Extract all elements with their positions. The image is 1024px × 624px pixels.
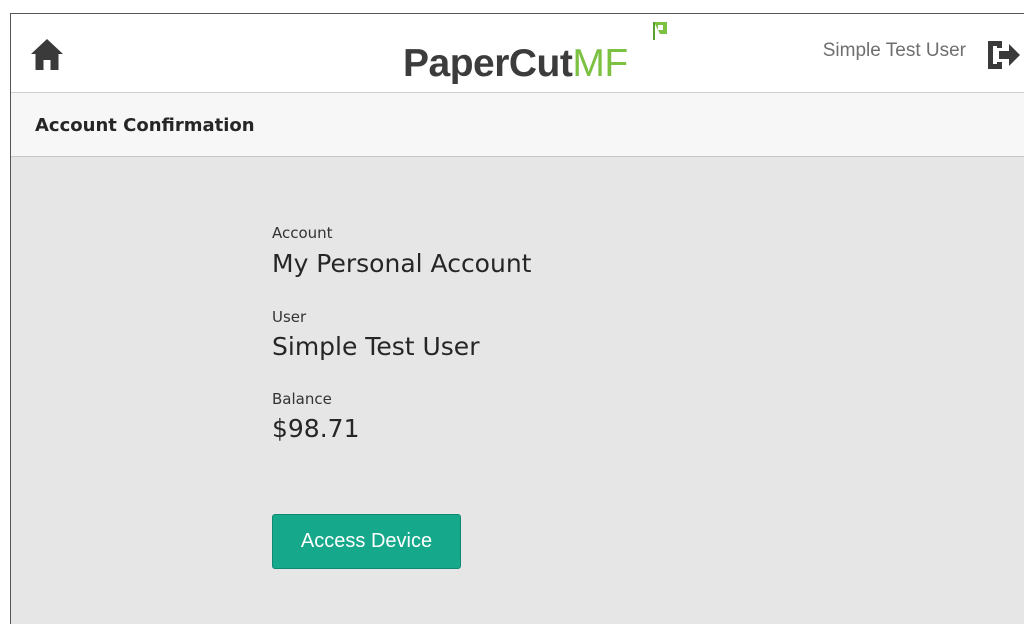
papercut-logo: PaperCutMF: [403, 40, 628, 88]
page-header: Account Confirmation: [11, 93, 1024, 157]
app-frame: PaperCutMF Simple Test User Account Conf…: [10, 13, 1024, 624]
access-device-button[interactable]: Access Device: [272, 514, 461, 569]
logout-button[interactable]: [985, 38, 1023, 72]
account-value: My Personal Account: [272, 249, 532, 278]
logo-suffix-text: MF: [572, 42, 628, 85]
top-bar: PaperCutMF Simple Test User: [11, 14, 1024, 93]
page-title: Account Confirmation: [35, 115, 255, 136]
home-icon: [31, 39, 63, 70]
balance-label: Balance: [272, 390, 332, 408]
user-value: Simple Test User: [272, 332, 480, 361]
home-button[interactable]: [27, 36, 67, 76]
balance-value: $98.71: [272, 414, 360, 443]
user-label: User: [272, 308, 307, 326]
current-user-name: Simple Test User: [822, 40, 966, 61]
account-label: Account: [272, 224, 333, 242]
logo-brand-text: PaperCut: [403, 42, 573, 85]
logo-leaf-icon: [653, 22, 667, 40]
logout-icon: [988, 41, 1020, 69]
